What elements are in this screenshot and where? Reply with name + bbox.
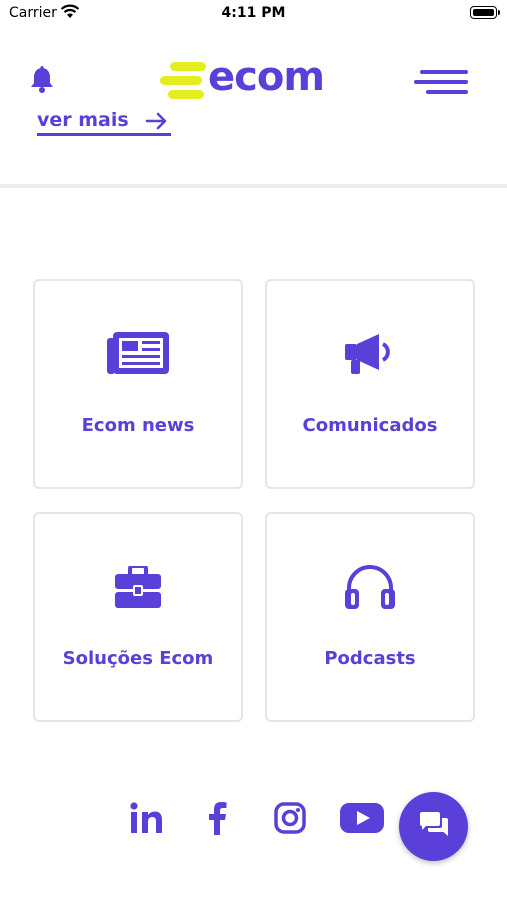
ecom-logo: ecom bbox=[160, 54, 325, 102]
headphones-icon bbox=[267, 562, 473, 612]
battery-icon bbox=[470, 6, 500, 19]
card-label: Soluções Ecom bbox=[62, 648, 214, 669]
linkedin-icon[interactable] bbox=[126, 796, 166, 840]
clock: 4:11 PM bbox=[221, 5, 286, 21]
card-solucoes-ecom[interactable]: Soluções Ecom bbox=[33, 512, 243, 722]
bell-icon[interactable] bbox=[29, 66, 55, 98]
facebook-icon[interactable] bbox=[200, 796, 234, 840]
see-more-link[interactable]: ver mais bbox=[37, 107, 171, 137]
section-divider bbox=[0, 184, 507, 188]
logo-text: ecom bbox=[208, 54, 325, 100]
youtube-icon[interactable] bbox=[339, 796, 385, 840]
megaphone-icon bbox=[267, 329, 473, 379]
newspaper-icon bbox=[35, 329, 241, 379]
card-podcasts[interactable]: Podcasts bbox=[265, 512, 475, 722]
status-bar: Carrier 4:11 PM bbox=[0, 0, 507, 28]
card-label: Comunicados bbox=[302, 415, 438, 436]
chat-icon bbox=[419, 811, 448, 842]
chat-button[interactable] bbox=[399, 792, 468, 861]
card-label: Ecom news bbox=[81, 415, 195, 436]
briefcase-icon bbox=[35, 562, 241, 612]
arrow-right-icon bbox=[145, 112, 169, 134]
see-more-label: ver mais bbox=[37, 109, 129, 131]
card-comunicados[interactable]: Comunicados bbox=[265, 279, 475, 489]
instagram-icon[interactable] bbox=[271, 796, 309, 840]
card-label: Podcasts bbox=[324, 648, 416, 669]
card-ecom-news[interactable]: Ecom news bbox=[33, 279, 243, 489]
see-more-underline bbox=[37, 133, 171, 136]
hamburger-menu-icon[interactable] bbox=[414, 68, 470, 96]
